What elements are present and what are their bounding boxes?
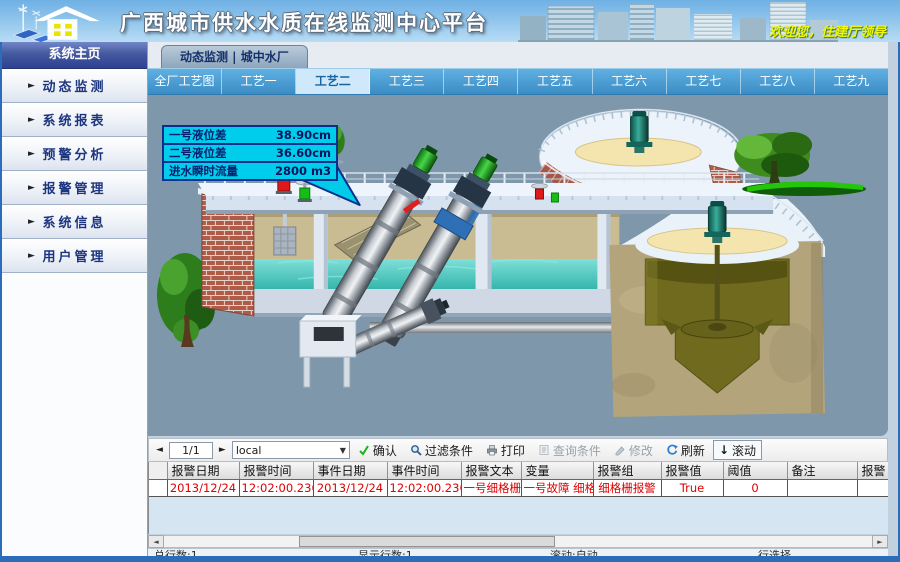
col-event-date: 事件日期 [313, 462, 387, 480]
tab-process-8[interactable]: 工艺八 [741, 69, 815, 94]
page-title: 广西城市供水水质在线监测中心平台 [120, 7, 488, 37]
tab-process-7[interactable]: 工艺七 [667, 69, 741, 94]
menu-arrow-icon: ► [28, 217, 35, 227]
filter-button[interactable]: 过滤条件 [405, 441, 478, 459]
alarm-table: 报警日期 报警时间 事件日期 事件时间 报警文本 变量 报警组 报警值 阈值 备… [149, 462, 888, 497]
sidebar-item-system-info[interactable]: ► 系统信息 [2, 205, 147, 239]
query-button[interactable]: 查询条件 [533, 441, 606, 459]
col-alarm-date: 报警日期 [167, 462, 239, 480]
down-arrow-icon: ↓ [719, 443, 729, 457]
tab-plant-overview[interactable]: 全厂工艺图 [148, 69, 222, 94]
col-alarm-value: 报警值 [661, 462, 723, 480]
col-alarm-extra: 报警 [857, 462, 888, 480]
menu-arrow-icon: ► [28, 183, 35, 193]
alarm-toolbar: ◄ 1/1 ► local ▼ 确认 [148, 438, 888, 462]
hopper-opening [314, 327, 344, 341]
tab-process-1[interactable]: 工艺一 [222, 69, 296, 94]
left-arrow-icon: ◄ [153, 538, 158, 546]
scrollbar-track[interactable] [164, 535, 872, 548]
horizontal-scrollbar: ◄ ► [148, 535, 888, 548]
col-alarm-time: 报警时间 [239, 462, 313, 480]
col-alarm-group: 报警组 [593, 462, 661, 480]
node-selector[interactable]: local ▼ [232, 441, 350, 459]
level-data-callout: 一号液位差 38.90cm 二号液位差 36.60cm 进水瞬时流量 2800 … [162, 125, 338, 181]
row-gutter-cell [149, 480, 167, 497]
callout-row: 进水瞬时流量 2800 m3 [164, 163, 336, 179]
query-icon [538, 444, 550, 456]
tab-process-5[interactable]: 工艺五 [518, 69, 592, 94]
mixer-motor-top [626, 111, 652, 153]
tab-process-3[interactable]: 工艺三 [370, 69, 444, 94]
sidebar-filler [2, 273, 147, 556]
alarm-table-zone: 报警日期 报警时间 事件日期 事件时间 报警文本 变量 报警组 报警值 阈值 备… [148, 462, 888, 534]
page-next-button[interactable]: ► [216, 445, 229, 455]
col-threshold: 阈值 [723, 462, 787, 480]
sidebar-item-alarm-management[interactable]: ► 报警管理 [2, 171, 147, 205]
col-event-time: 事件时间 [387, 462, 461, 480]
welcome-text: 欢迎您，住建厅领导 [769, 21, 886, 40]
app-window: 广西城市供水水质在线监测中心平台 欢迎您，住建厅领导 [0, 0, 900, 562]
tab-process-4[interactable]: 工艺四 [444, 69, 518, 94]
magnifier-icon [410, 444, 422, 456]
modify-button[interactable]: 修改 [609, 441, 658, 459]
refresh-button[interactable]: 刷新 [661, 441, 710, 459]
print-button[interactable]: 打印 [481, 441, 530, 459]
page-prev-button[interactable]: ◄ [153, 445, 166, 455]
footer-strip [0, 556, 900, 562]
check-icon [358, 444, 370, 456]
scada-canvas: 一号液位差 38.90cm 二号液位差 36.60cm 进水瞬时流量 2800 … [148, 95, 888, 436]
sidebar-item-dynamic-monitoring[interactable]: ► 动态监测 [2, 69, 147, 103]
main-content: 动态监测 | 城中水厂 全厂工艺图 工艺一 工艺二 工艺三 工艺四 工艺五 工艺… [148, 42, 898, 556]
mixer-shaft [715, 245, 720, 331]
menu-arrow-icon: ► [28, 115, 35, 125]
sidebar-item-system-reports[interactable]: ► 系统报表 [2, 103, 147, 137]
sidebar: 系统主页 ► 动态监测 ► 系统报表 ► 预警分析 ► 报警管理 ► 系统信息 [2, 42, 148, 556]
menu-arrow-icon: ► [28, 251, 35, 261]
col-variable: 变量 [521, 462, 593, 480]
sidebar-item-user-management[interactable]: ► 用户管理 [2, 239, 147, 273]
scroll-toggle-button[interactable]: ↓ 滚动 [713, 440, 762, 460]
alarm-row[interactable]: 2013/12/24 12:02:00.236 2013/12/24 12:02… [149, 480, 888, 497]
tab-process-9[interactable]: 工艺九 [815, 69, 888, 94]
alarm-table-header: 报警日期 报警时间 事件日期 事件时间 报警文本 变量 报警组 报警值 阈值 备… [149, 462, 888, 480]
menu-arrow-icon: ► [28, 149, 35, 159]
process-tab-bar: 全厂工艺图 工艺一 工艺二 工艺三 工艺四 工艺五 工艺六 工艺七 工艺八 工艺… [148, 68, 888, 95]
mixer-motor-bottom [704, 201, 730, 243]
dropdown-arrow-icon: ▼ [340, 446, 346, 455]
pencil-icon [614, 444, 626, 456]
acknowledge-button[interactable]: 确认 [353, 441, 402, 459]
sidebar-home[interactable]: 系统主页 [2, 42, 147, 69]
sidebar-item-warning-analysis[interactable]: ► 预警分析 [2, 137, 147, 171]
tab-process-2[interactable]: 工艺二 [296, 69, 370, 94]
menu-arrow-icon: ► [28, 81, 35, 91]
col-remark: 备注 [787, 462, 857, 480]
tab-process-6[interactable]: 工艺六 [593, 69, 667, 94]
right-arrow-icon: ► [877, 538, 882, 546]
printer-icon [486, 444, 498, 456]
row-gutter-header [149, 462, 167, 480]
refresh-icon [666, 444, 678, 456]
breadcrumb-row: 动态监测 | 城中水厂 [148, 42, 888, 68]
col-alarm-text: 报警文本 [461, 462, 521, 480]
scrollbar-thumb[interactable] [299, 536, 556, 547]
eco-house-logo [12, 0, 124, 42]
valve-green-2 [551, 193, 558, 202]
page-indicator: 1/1 [169, 442, 213, 459]
breadcrumb-tab[interactable]: 动态监测 | 城中水厂 [161, 45, 308, 68]
app-header: 广西城市供水水质在线监测中心平台 欢迎您，住建厅领导 [0, 0, 900, 42]
callout-row: 二号液位差 36.60cm [164, 145, 336, 163]
callout-row: 一号液位差 38.90cm [164, 127, 336, 145]
